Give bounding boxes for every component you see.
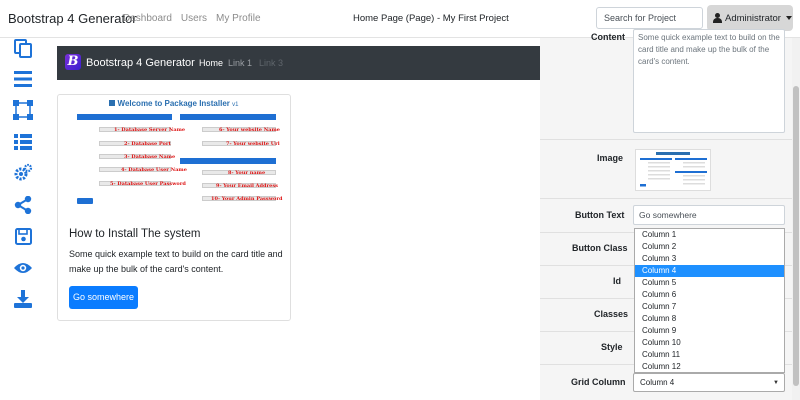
content-textarea[interactable]: Some quick example text to build on the … — [633, 29, 785, 133]
id-label: Id — [613, 276, 621, 286]
grid-column-label: Grid Column — [571, 377, 626, 387]
preview-link-home[interactable]: Home — [199, 58, 223, 68]
grid-option[interactable]: Column 10 — [635, 337, 784, 349]
grid-option[interactable]: Column 11 — [635, 349, 784, 361]
site-header — [180, 114, 276, 120]
chevron-down-icon: ▼ — [773, 380, 779, 386]
preview-link-3: Link 3 — [259, 58, 284, 68]
grid-option-highlighted[interactable]: Column 4 — [635, 265, 784, 277]
grid-option[interactable]: Column 12 — [635, 361, 784, 373]
db-header — [77, 114, 172, 120]
preview-logo: B — [65, 54, 81, 70]
top-nav-links: Dashboard Users My Profile — [123, 13, 261, 24]
eye-icon[interactable] — [13, 258, 33, 278]
image-label: Image — [597, 153, 624, 163]
grid-option[interactable]: Column 6 — [635, 289, 784, 301]
admin-header — [180, 158, 276, 164]
image-thumbnail[interactable] — [635, 149, 711, 191]
brand[interactable]: Bootstrap 4 Generator — [8, 11, 137, 26]
button-class-label: Button Class — [572, 243, 628, 253]
preview-navbar[interactable]: B Bootstrap 4 Generator Home Link 1 Link… — [57, 46, 540, 80]
installer-title: Welcome to Package Installer v1 — [66, 99, 281, 108]
grid-option[interactable]: Column 5 — [635, 277, 784, 289]
cogs-icon[interactable] — [13, 163, 33, 183]
preview-card[interactable]: Welcome to Package Installer v1 1- Datab… — [57, 94, 291, 321]
card-text: Some quick example text to build on the … — [69, 249, 283, 274]
card-button[interactable]: Go somewhere — [69, 286, 138, 309]
bezier-icon[interactable] — [13, 100, 33, 120]
grid-column-select[interactable]: Column 4 ▼ — [633, 373, 785, 392]
user-icon — [713, 12, 722, 24]
copy-icon[interactable] — [13, 38, 33, 58]
style-label: Style — [601, 342, 623, 352]
user-name: Administrator — [725, 12, 781, 24]
content-label: Content — [591, 32, 625, 42]
list-icon[interactable] — [13, 69, 33, 89]
grid-column-dropdown-list[interactable]: Column 1 Column 2 Column 3 Column 4 Colu… — [634, 228, 785, 373]
grid-option[interactable]: Column 3 — [635, 253, 784, 265]
user-menu-button[interactable]: Administrator — [707, 5, 793, 31]
grid-option[interactable]: Column 7 — [635, 301, 784, 313]
button-text-input[interactable]: Go somewhere — [633, 205, 785, 225]
caret-down-icon — [785, 16, 792, 20]
grid-option[interactable]: Column 8 — [635, 313, 784, 325]
grid-option[interactable]: Column 1 — [635, 229, 784, 241]
tool-sidebar — [0, 38, 48, 400]
card-title: How to Install The system — [69, 228, 201, 240]
button-text-label: Button Text — [575, 210, 625, 220]
download-icon[interactable] — [13, 289, 33, 309]
grid-option[interactable]: Column 9 — [635, 325, 784, 337]
preview-link-1[interactable]: Link 1 — [228, 58, 252, 68]
grid-column-value: Column 4 — [640, 378, 675, 387]
scrollbar-thumb[interactable] — [793, 86, 799, 386]
grid-option[interactable]: Column 2 — [635, 241, 784, 253]
scrollbar[interactable] — [792, 38, 800, 400]
classes-label: Classes — [594, 309, 629, 319]
share-icon[interactable] — [13, 195, 33, 215]
save-icon[interactable] — [13, 226, 33, 246]
page-title: Home Page (Page) - My First Project — [353, 13, 509, 24]
nav-users[interactable]: Users — [181, 13, 207, 24]
nav-my-profile[interactable]: My Profile — [216, 13, 260, 24]
preview-brand: Bootstrap 4 Generator — [86, 57, 195, 69]
search-input[interactable] — [596, 7, 703, 29]
nav-dashboard[interactable]: Dashboard — [123, 13, 172, 24]
list-ul-icon[interactable] — [13, 132, 33, 152]
install-button-thumb — [77, 198, 93, 204]
card-image: Welcome to Package Installer v1 1- Datab… — [66, 96, 282, 211]
